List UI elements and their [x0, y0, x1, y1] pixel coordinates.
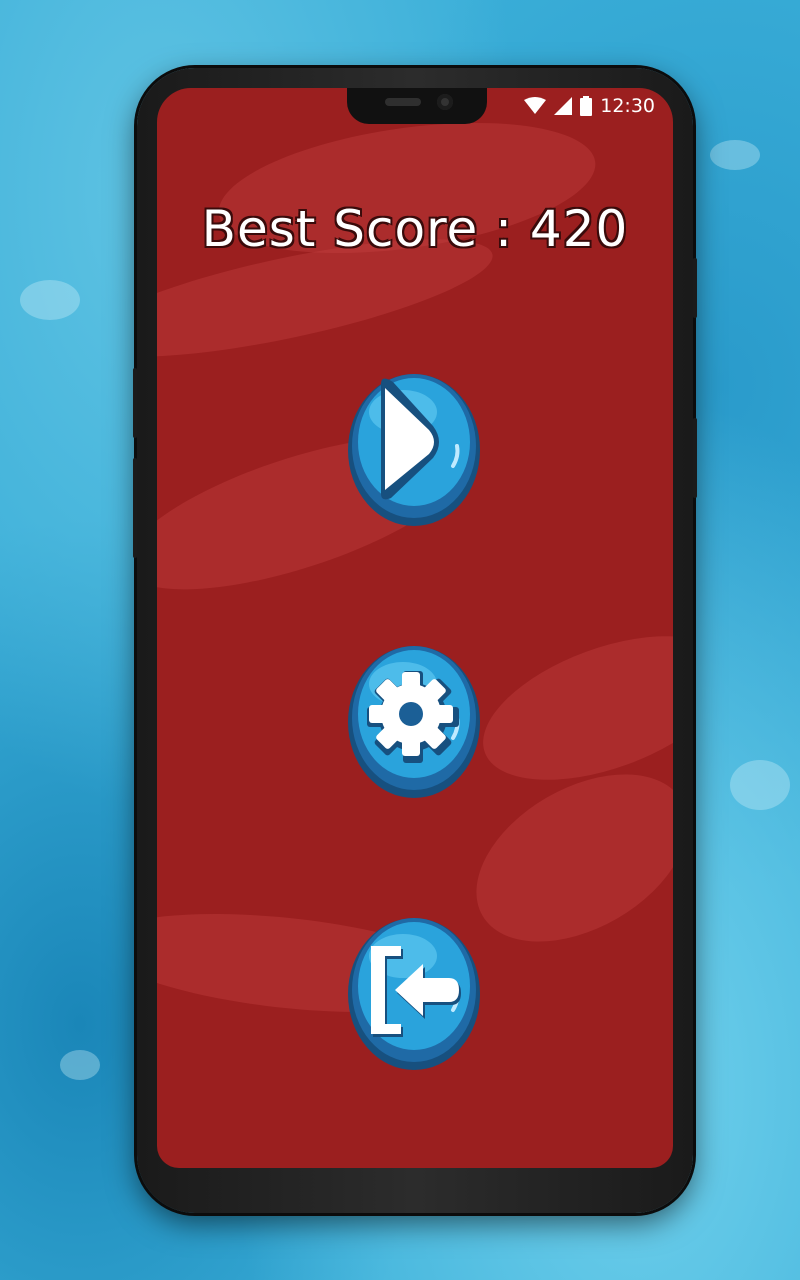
- power-button: [693, 418, 697, 498]
- play-button[interactable]: [345, 366, 483, 528]
- exit-button[interactable]: [345, 910, 483, 1072]
- game-screen: 12:30 Best Score : 420: [157, 88, 673, 1168]
- best-score-label: Best Score : 420: [201, 200, 629, 258]
- gear-icon: [367, 671, 459, 763]
- background-texture-speck: [20, 280, 80, 320]
- phone-frame: 12:30 Best Score : 420: [133, 68, 697, 1213]
- camera-notch: [347, 88, 487, 124]
- battery-icon: [580, 96, 593, 116]
- status-time: 12:30: [600, 95, 655, 117]
- background-texture-speck: [710, 140, 760, 170]
- background-texture-speck: [60, 1050, 100, 1080]
- volume-button: [133, 368, 137, 438]
- background-texture-speck: [730, 760, 790, 810]
- wifi-icon: [524, 97, 547, 115]
- power-button: [693, 258, 697, 318]
- volume-button: [133, 458, 137, 558]
- signal-icon: [554, 97, 573, 115]
- earpiece-speaker: [385, 98, 421, 106]
- front-camera: [437, 94, 453, 110]
- settings-button[interactable]: [345, 638, 483, 800]
